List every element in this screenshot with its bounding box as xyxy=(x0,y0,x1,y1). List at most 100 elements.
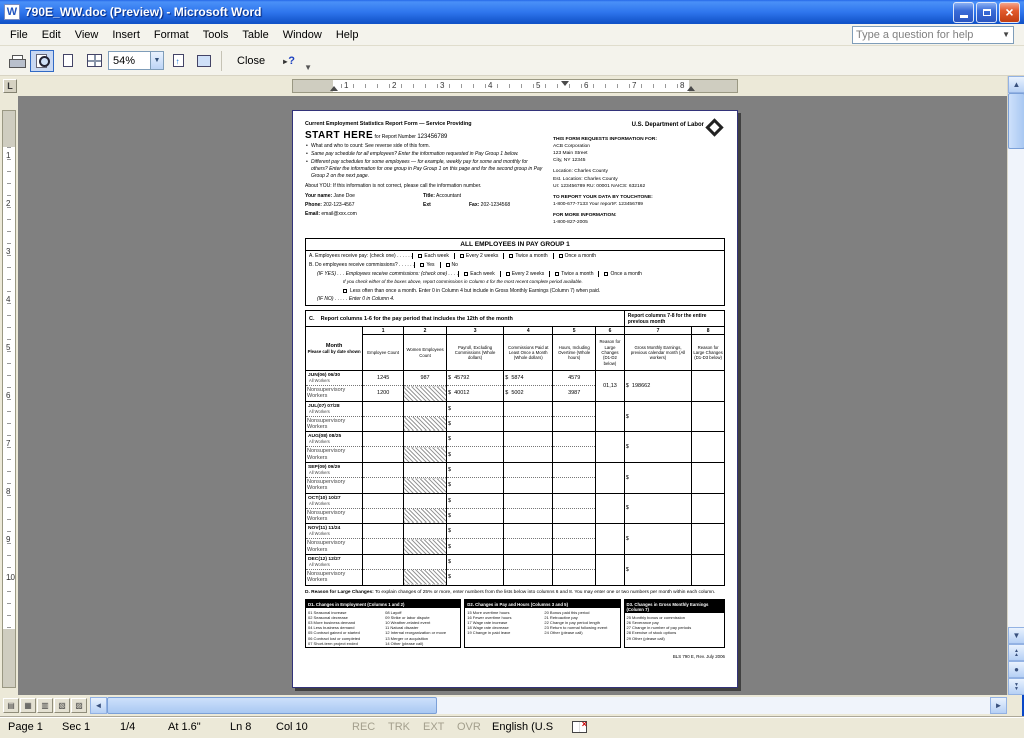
first-line-indent-marker[interactable] xyxy=(561,81,569,86)
document-page[interactable]: Current Employment Statistics Report For… xyxy=(292,110,738,688)
normal-view-button[interactable]: ▤ xyxy=(3,698,19,713)
month-cell: Nonsupervisory Workers xyxy=(306,478,363,494)
restore-button[interactable] xyxy=(976,2,997,23)
help-button[interactable]: ? xyxy=(277,50,301,72)
scroll-right-button[interactable]: ► xyxy=(990,697,1007,714)
table-cell xyxy=(504,478,553,494)
previous-page-button[interactable]: ▲▲ xyxy=(1008,644,1024,661)
one-page-button[interactable] xyxy=(56,50,80,72)
multiple-pages-icon xyxy=(87,54,102,67)
table-cell xyxy=(363,478,404,494)
close-preview-button[interactable]: Close xyxy=(227,50,275,72)
month-all-row: SEP(09) 09/29All Workers $ $ xyxy=(306,463,725,478)
month-cell: Nonsupervisory Workers xyxy=(306,569,363,585)
table-cell xyxy=(596,493,625,524)
if-yes-label: (IF YES) . . . Employees receive commiss… xyxy=(317,271,458,277)
col-number: 8 xyxy=(692,327,725,335)
zoom-select[interactable]: 54%▼ xyxy=(108,51,164,70)
vertical-scroll-thumb[interactable] xyxy=(1008,93,1024,149)
minimize-button[interactable] xyxy=(953,2,974,23)
menu-edit[interactable]: Edit xyxy=(35,26,68,44)
month-all-row: JUL(07) 07/28All Workers $ $ xyxy=(306,401,725,416)
table-cell xyxy=(553,447,596,463)
section-a-row: A. Employees receive pay: (check one) . … xyxy=(309,253,721,259)
email-row: Email: email@xxx.com xyxy=(305,211,545,218)
touchtone-label: TO REPORT YOUR DATA BY TOUCHTONE: xyxy=(553,194,723,201)
section-b-row: B. Do employees receive commissions? . .… xyxy=(309,262,721,268)
web-layout-view-button[interactable]: ▦ xyxy=(20,698,36,713)
spelling-status-icon[interactable] xyxy=(572,721,587,733)
outline-view-button[interactable]: ▧ xyxy=(54,698,70,713)
touchtone-line: 1-800-677-7133 Your report#: 123456789 xyxy=(553,201,723,208)
table-cell: 4579 xyxy=(553,371,596,386)
print-icon xyxy=(9,55,24,67)
d2-title: D2. Changes in Pay and Hours (Columns 3 … xyxy=(465,600,619,608)
select-browse-object-button[interactable]: ● xyxy=(1008,661,1024,678)
month-header-cell: MonthPlease call by date shown xyxy=(306,327,363,371)
menu-tools[interactable]: Tools xyxy=(196,26,236,44)
scroll-down-button[interactable]: ▼ xyxy=(1008,627,1024,644)
view-ruler-button[interactable] xyxy=(166,50,190,72)
right-indent-marker[interactable] xyxy=(687,86,695,91)
month-cell: JUL(07) 07/28All Workers xyxy=(306,401,363,416)
ruler-number: 3 xyxy=(6,247,10,256)
magnifier-button[interactable] xyxy=(30,50,54,72)
menu-format[interactable]: Format xyxy=(147,26,196,44)
if-yes-row: (IF YES) . . . Employees receive commiss… xyxy=(317,271,721,277)
commission-option: Once a month xyxy=(598,271,646,277)
scroll-left-button[interactable]: ◄ xyxy=(90,697,107,714)
checkbox-icon xyxy=(559,254,563,258)
commission-option: Every 2 weeks xyxy=(500,271,550,277)
menu-window[interactable]: Window xyxy=(276,26,329,44)
table-cell xyxy=(692,401,725,432)
status-rec-toggle[interactable]: REC xyxy=(352,721,375,733)
status-ext-toggle[interactable]: EXT xyxy=(423,721,444,733)
menu-file[interactable]: File xyxy=(3,26,35,44)
table-cell xyxy=(553,554,596,569)
left-indent-marker[interactable] xyxy=(330,86,338,91)
pay-option: Every 2 weeks xyxy=(454,253,504,259)
multiple-pages-button[interactable] xyxy=(82,50,106,72)
start-here-line: START HERE for Report Number 123456789 xyxy=(305,130,545,141)
month-cell: DEC(12) 12/27All Workers xyxy=(306,554,363,569)
commission-option: Twice a month xyxy=(549,271,598,277)
tab-selector[interactable]: L xyxy=(3,79,17,93)
scroll-up-button[interactable]: ▲ xyxy=(1008,76,1024,93)
if-no-line: (IF NO) . . . . . Enter 0 in Column 4. xyxy=(317,296,721,302)
vertical-scrollbar[interactable]: ▲ ▼ ▲▲ ● ▼▼ xyxy=(1007,76,1024,695)
full-screen-button[interactable] xyxy=(192,50,216,72)
ask-question-input[interactable]: Type a question for help▼ xyxy=(852,26,1014,44)
menu-view[interactable]: View xyxy=(68,26,106,44)
hatched-cell xyxy=(404,416,447,432)
d2-box: D2. Changes in Pay and Hours (Columns 3 … xyxy=(464,599,620,648)
ruler-number: 8 xyxy=(680,81,684,90)
menu-table[interactable]: Table xyxy=(235,26,275,44)
form-title: Current Employment Statistics Report For… xyxy=(305,121,545,127)
toolbar-options-button[interactable]: ▼ xyxy=(304,63,312,75)
d3-title: D3. Changes in Gross Monthly Earnings (C… xyxy=(625,600,725,613)
bullet-item: Different pay schedules for some employe… xyxy=(305,159,545,180)
table-cell xyxy=(504,401,553,416)
status-ovr-toggle[interactable]: OVR xyxy=(457,721,481,733)
menu-insert[interactable]: Insert xyxy=(105,26,147,44)
col-number: 3 xyxy=(446,327,503,335)
table-cell: 01,13 xyxy=(596,371,625,402)
vertical-ruler: 1 2 3 4 5 6 7 8 9 10 xyxy=(2,110,16,688)
status-trk-toggle[interactable]: TRK xyxy=(388,721,410,733)
menu-help[interactable]: Help xyxy=(329,26,366,44)
next-page-button[interactable]: ▼▼ xyxy=(1008,678,1024,695)
word-app-icon[interactable]: W xyxy=(4,4,20,20)
bullet-item: Same pay schedule for all employees? Ent… xyxy=(305,151,545,158)
reading-view-button[interactable]: ▨ xyxy=(71,698,87,713)
table-cell xyxy=(553,463,596,478)
print-button[interactable] xyxy=(4,50,28,72)
pay-group-header: ALL EMPLOYEES IN PAY GROUP 1 xyxy=(305,238,725,251)
print-layout-view-button[interactable]: ▥ xyxy=(37,698,53,713)
horizontal-scrollbar[interactable]: ◄ ► xyxy=(90,697,1007,714)
horizontal-scroll-thumb[interactable] xyxy=(107,697,437,714)
table-cell xyxy=(692,493,725,524)
close-button[interactable]: × xyxy=(999,2,1020,23)
col-number: 6 xyxy=(596,327,625,335)
double-down-icon: ▼▼ xyxy=(1014,683,1019,691)
fax-value: 202-1234568 xyxy=(481,202,510,208)
